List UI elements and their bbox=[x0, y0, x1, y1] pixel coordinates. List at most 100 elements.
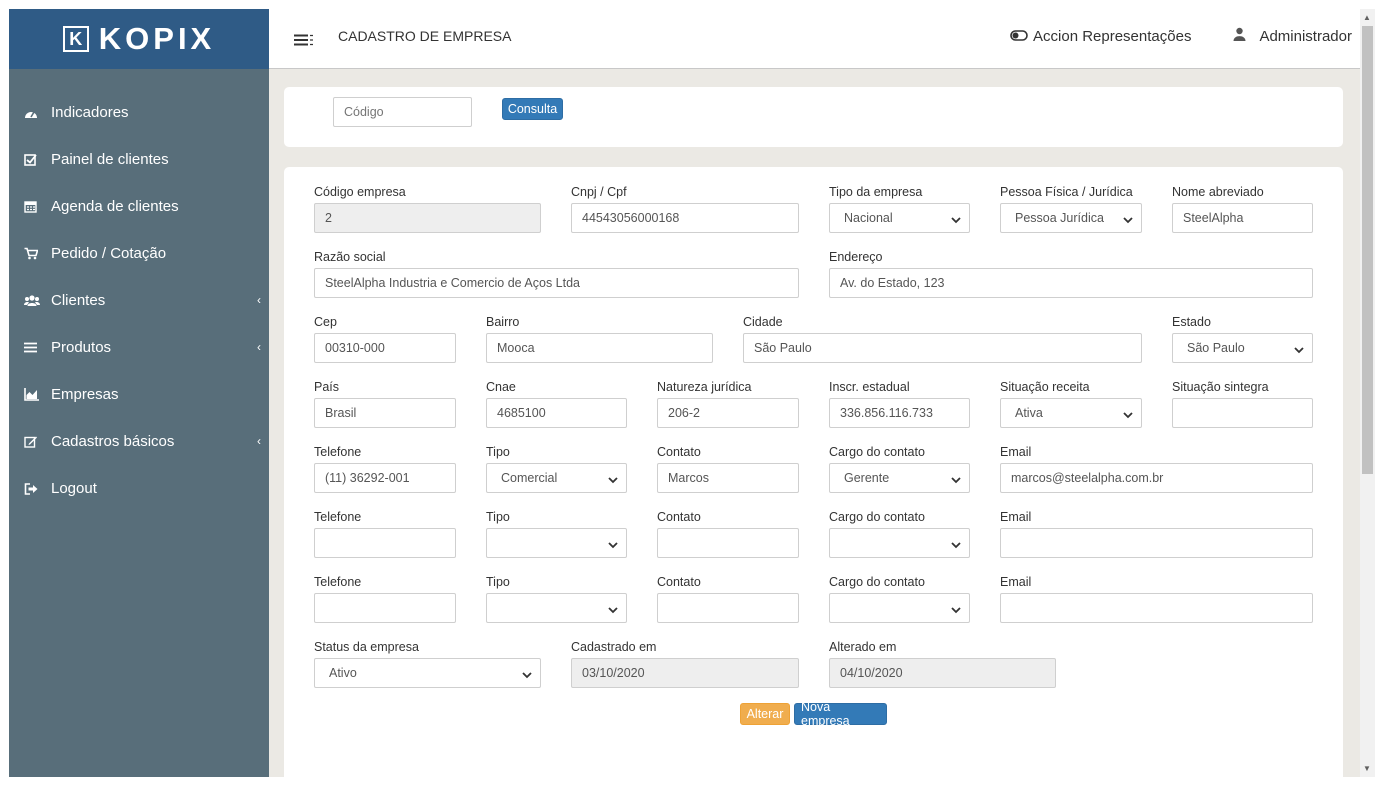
contact-telefone-field[interactable] bbox=[314, 593, 456, 623]
situacao-receita-select[interactable]: Ativa bbox=[1000, 398, 1142, 428]
pais-label: País bbox=[314, 380, 340, 394]
user-name: Administrador bbox=[1259, 27, 1352, 45]
chevron-down-icon bbox=[1294, 343, 1304, 357]
menu-toggle-icon[interactable] bbox=[294, 33, 313, 51]
natureza-field[interactable]: 206-2 bbox=[657, 398, 799, 428]
cnae-field[interactable]: 4685100 bbox=[486, 398, 627, 428]
chevron-down-icon bbox=[951, 603, 961, 617]
alterado-label: Alterado em bbox=[829, 640, 897, 654]
contact-email-value: marcos@steelalpha.com.br bbox=[1011, 471, 1164, 485]
sidebar-item-logout[interactable]: Logout bbox=[9, 465, 269, 512]
sidebar-item-painel[interactable]: Painel de clientes bbox=[9, 136, 269, 183]
chevron-left-icon: ‹ bbox=[257, 434, 261, 448]
users-icon bbox=[24, 294, 51, 307]
contact-contato-field[interactable] bbox=[657, 528, 799, 558]
logo[interactable]: K KOPIX bbox=[9, 9, 269, 69]
sidebar-item-pedido[interactable]: Pedido / Cotação bbox=[9, 230, 269, 277]
cidade-field[interactable]: São Paulo bbox=[743, 333, 1142, 363]
contact-cargo-select[interactable] bbox=[829, 528, 970, 558]
razao-social-label: Razão social bbox=[314, 250, 386, 264]
cep-field[interactable]: 00310-000 bbox=[314, 333, 456, 363]
bairro-label: Bairro bbox=[486, 315, 520, 329]
user-icon bbox=[1233, 27, 1246, 45]
status-select[interactable]: Ativo bbox=[314, 658, 541, 688]
contact-contato-label: Contato bbox=[657, 445, 701, 459]
contact-telefone-label: Telefone bbox=[314, 510, 362, 524]
contact-contato-field[interactable] bbox=[657, 593, 799, 623]
contact-contato-field[interactable]: Marcos bbox=[657, 463, 799, 493]
scroll-down-icon[interactable]: ▼ bbox=[1363, 764, 1371, 773]
pais-field[interactable]: Brasil bbox=[314, 398, 456, 428]
company-switch[interactable]: Accion Representações bbox=[1010, 28, 1191, 45]
cep-label: Cep bbox=[314, 315, 337, 329]
contact-telefone-field[interactable]: (11) 36292-001 bbox=[314, 463, 456, 493]
contact-contato-value: Marcos bbox=[668, 471, 709, 485]
bairro-field[interactable]: Mooca bbox=[486, 333, 713, 363]
cnae-label: Cnae bbox=[486, 380, 516, 394]
contact-cargo-select[interactable]: Gerente bbox=[829, 463, 970, 493]
contact-tipo-select[interactable]: Comercial bbox=[486, 463, 627, 493]
nome-abreviado-label: Nome abreviado bbox=[1172, 185, 1264, 199]
page-title: CADASTRO DE EMPRESA bbox=[338, 28, 512, 44]
sidebar-item-label: Logout bbox=[51, 480, 97, 497]
contact-tipo-value: Comercial bbox=[501, 471, 558, 485]
situacao-sintegra-field[interactable] bbox=[1172, 398, 1313, 428]
list-icon bbox=[24, 342, 51, 353]
sidebar-item-label: Agenda de clientes bbox=[51, 198, 179, 215]
endereco-field[interactable]: Av. do Estado, 123 bbox=[829, 268, 1313, 298]
pessoa-select[interactable]: Pessoa Jurídica bbox=[1000, 203, 1142, 233]
situacao-receita-label: Situação receita bbox=[1000, 380, 1090, 394]
chevron-down-icon bbox=[608, 538, 618, 552]
situacao-sintegra-label: Situação sintegra bbox=[1172, 380, 1269, 394]
alterado-field: 04/10/2020 bbox=[829, 658, 1056, 688]
codigo-empresa-label: Código empresa bbox=[314, 185, 406, 199]
inscr-field[interactable]: 336.856.116.733 bbox=[829, 398, 970, 428]
contact-telefone-field[interactable] bbox=[314, 528, 456, 558]
codigo-search-input[interactable] bbox=[333, 97, 472, 127]
contact-email-field[interactable]: marcos@steelalpha.com.br bbox=[1000, 463, 1313, 493]
scrollbar[interactable]: ▲ ▼ bbox=[1360, 9, 1375, 777]
contact-cargo-label: Cargo do contato bbox=[829, 510, 925, 524]
scrollbar-thumb[interactable] bbox=[1362, 26, 1373, 474]
contact-tipo-select[interactable] bbox=[486, 528, 627, 558]
sidebar-item-cadastros[interactable]: Cadastros básicos ‹ bbox=[9, 418, 269, 465]
sidebar-item-clientes[interactable]: Clientes ‹ bbox=[9, 277, 269, 324]
sidebar-item-empresas[interactable]: Empresas bbox=[9, 371, 269, 418]
contact-cargo-select[interactable] bbox=[829, 593, 970, 623]
cart-icon bbox=[24, 247, 51, 260]
chevron-down-icon bbox=[608, 603, 618, 617]
razao-social-field[interactable]: SteelAlpha Industria e Comercio de Aços … bbox=[314, 268, 799, 298]
sign-out-icon bbox=[24, 482, 51, 495]
contact-email-label: Email bbox=[1000, 445, 1032, 459]
alterar-button[interactable]: Alterar bbox=[740, 703, 790, 725]
sidebar-item-label: Clientes bbox=[51, 292, 106, 309]
company-form-card: Código empresa 2 Cnpj / Cpf 445430560001… bbox=[284, 167, 1343, 777]
sidebar-item-produtos[interactable]: Produtos ‹ bbox=[9, 324, 269, 371]
nome-abreviado-field[interactable]: SteelAlpha bbox=[1172, 203, 1313, 233]
sidebar-item-indicadores[interactable]: Indicadores bbox=[9, 89, 269, 136]
sidebar-item-label: Pedido / Cotação bbox=[51, 245, 167, 262]
sidebar: K KOPIX Indicadores Painel de clientes A… bbox=[9, 9, 269, 777]
sidebar-item-label: Empresas bbox=[51, 386, 119, 403]
contact-tipo-select[interactable] bbox=[486, 593, 627, 623]
chevron-left-icon: ‹ bbox=[257, 293, 261, 307]
cnpj-field[interactable]: 44543056000168 bbox=[571, 203, 799, 233]
tipo-empresa-select[interactable]: Nacional bbox=[829, 203, 970, 233]
contact-email-field[interactable] bbox=[1000, 593, 1313, 623]
search-card: Consulta bbox=[284, 87, 1343, 147]
calendar-icon bbox=[24, 200, 51, 213]
user-menu[interactable]: Administrador bbox=[1233, 27, 1352, 45]
scroll-up-icon[interactable]: ▲ bbox=[1363, 13, 1371, 22]
consulta-button[interactable]: Consulta bbox=[502, 98, 563, 120]
sidebar-item-label: Indicadores bbox=[51, 104, 129, 121]
cidade-label: Cidade bbox=[743, 315, 783, 329]
contact-email-label: Email bbox=[1000, 575, 1032, 589]
sidebar-item-agenda[interactable]: Agenda de clientes bbox=[9, 183, 269, 230]
top-bar: CADASTRO DE EMPRESA Accion Representaçõe… bbox=[269, 9, 1360, 69]
estado-select[interactable]: São Paulo bbox=[1172, 333, 1313, 363]
contact-email-field[interactable] bbox=[1000, 528, 1313, 558]
estado-label: Estado bbox=[1172, 315, 1211, 329]
tipo-empresa-label: Tipo da empresa bbox=[829, 185, 923, 199]
nova-empresa-button[interactable]: Nova empresa bbox=[794, 700, 887, 728]
pessoa-label: Pessoa Física / Jurídica bbox=[1000, 185, 1133, 199]
